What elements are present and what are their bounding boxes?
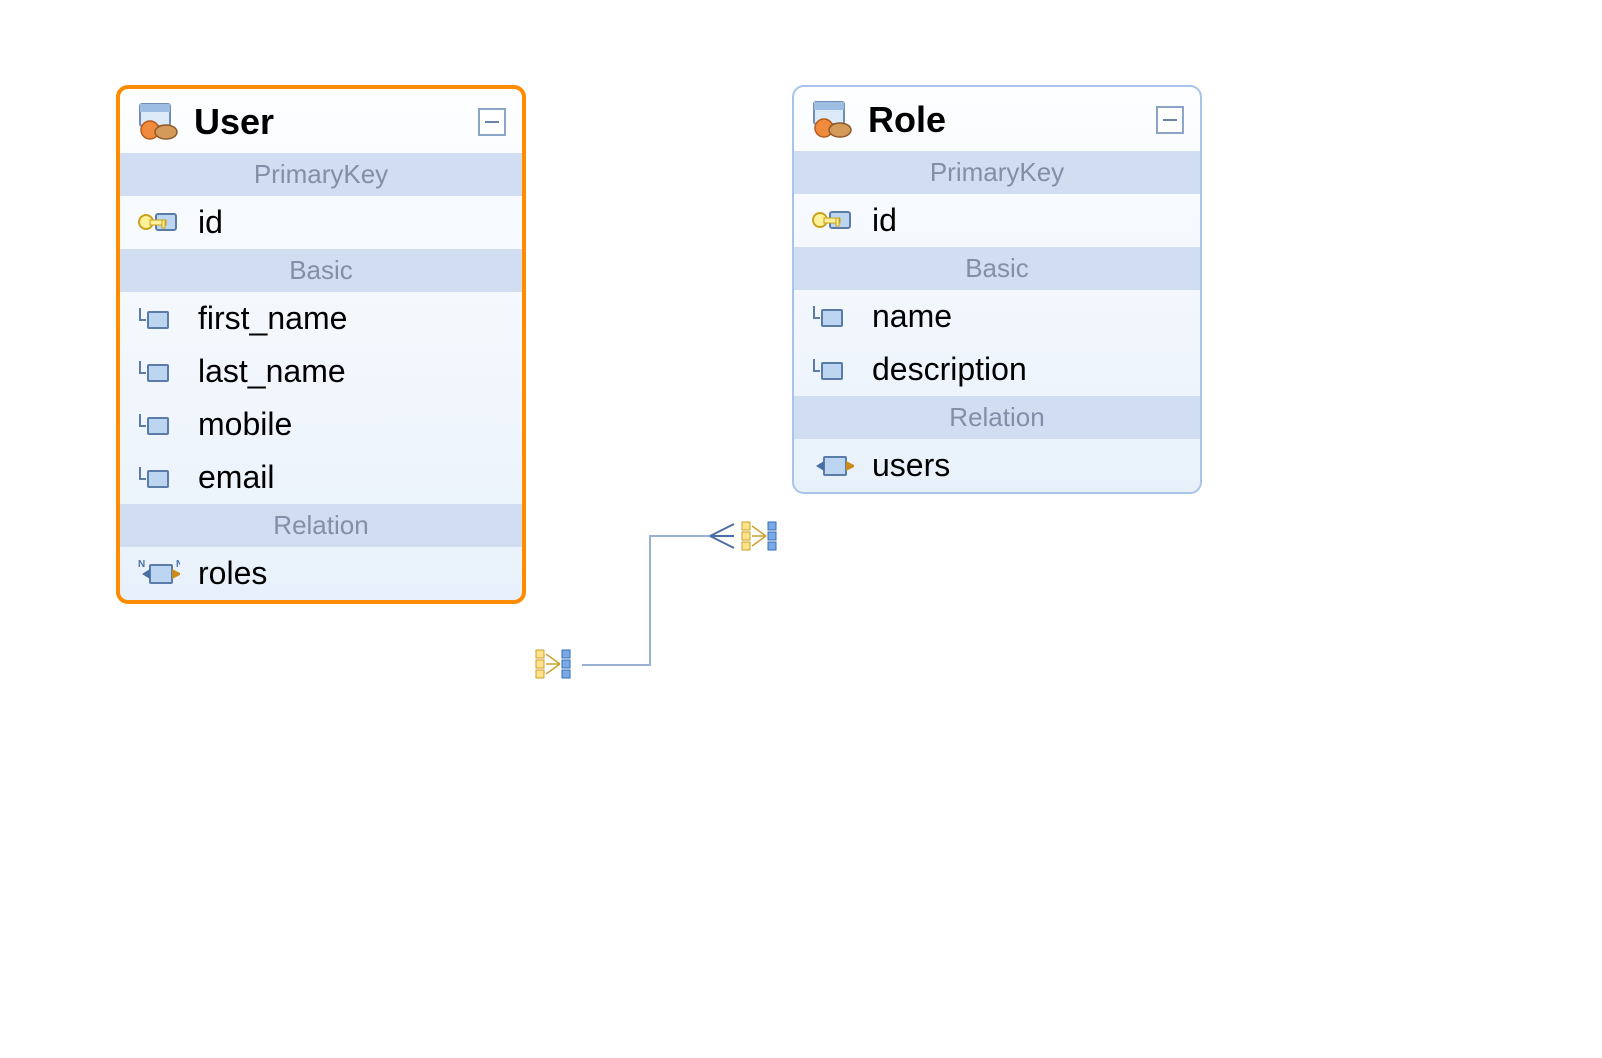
field-label: description [872, 351, 1027, 388]
attribute-icon [136, 407, 180, 443]
field-label: mobile [198, 406, 292, 443]
field-row[interactable]: description [794, 343, 1200, 396]
collapse-button[interactable] [1156, 106, 1184, 134]
section-header-basic: Basic [120, 249, 522, 292]
relation-many-icon: N N [136, 556, 180, 592]
field-row[interactable]: email [120, 451, 522, 504]
section-header-relation: Relation [794, 396, 1200, 439]
entity-icon [810, 102, 854, 138]
field-row[interactable]: id [794, 194, 1200, 247]
connector-port-user [534, 648, 582, 682]
field-row[interactable]: users [794, 439, 1200, 492]
connector-line [582, 536, 734, 665]
svg-text:N: N [176, 559, 180, 570]
relation-one-icon [810, 448, 854, 484]
attribute-icon [810, 299, 854, 335]
field-label: id [198, 204, 223, 241]
svg-text:N: N [138, 559, 145, 570]
key-icon [810, 203, 854, 239]
field-row[interactable]: id [120, 196, 522, 249]
field-row[interactable]: name [794, 290, 1200, 343]
field-label: last_name [198, 353, 346, 390]
attribute-icon [810, 352, 854, 388]
entity-header[interactable]: Role [794, 87, 1200, 151]
field-row[interactable]: mobile [120, 398, 522, 451]
attribute-icon [136, 354, 180, 390]
entity-title: User [194, 101, 464, 143]
entity-icon [136, 104, 180, 140]
collapse-button[interactable] [478, 108, 506, 136]
field-label: first_name [198, 300, 347, 337]
section-header-primarykey: PrimaryKey [794, 151, 1200, 194]
field-label: users [872, 447, 950, 484]
key-icon [136, 205, 180, 241]
entity-title: Role [868, 99, 1142, 141]
diagram-canvas[interactable]: User PrimaryKey id Basic first_name [0, 0, 1602, 1058]
field-label: roles [198, 555, 267, 592]
field-label: id [872, 202, 897, 239]
section-header-relation: Relation [120, 504, 522, 547]
entity-role[interactable]: Role PrimaryKey id Basic name [792, 85, 1202, 494]
section-header-basic: Basic [794, 247, 1200, 290]
entity-header[interactable]: User [120, 89, 522, 153]
attribute-icon [136, 460, 180, 496]
field-row[interactable]: last_name [120, 345, 522, 398]
connector-port-role [740, 520, 788, 554]
field-label: email [198, 459, 274, 496]
section-header-primarykey: PrimaryKey [120, 153, 522, 196]
field-label: name [872, 298, 952, 335]
attribute-icon [136, 301, 180, 337]
field-row[interactable]: N N roles [120, 547, 522, 600]
crows-foot-icon [710, 524, 734, 548]
field-row[interactable]: first_name [120, 292, 522, 345]
entity-user[interactable]: User PrimaryKey id Basic first_name [116, 85, 526, 604]
